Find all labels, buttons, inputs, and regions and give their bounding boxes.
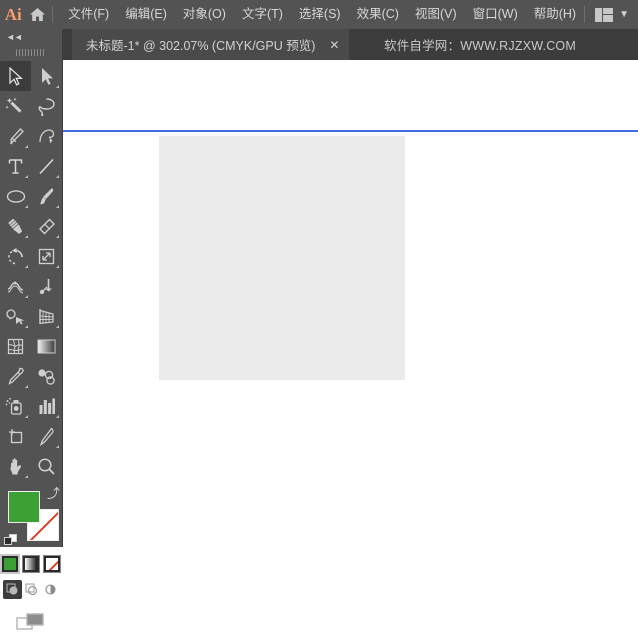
menu-file[interactable]: 文件(F) <box>60 0 117 29</box>
zoom-tool[interactable] <box>31 451 62 481</box>
eyedropper-tool[interactable] <box>0 361 31 391</box>
tool-flyout-indicator <box>25 235 28 238</box>
tool-flyout-indicator <box>56 265 59 268</box>
tool-flyout-indicator <box>25 295 28 298</box>
tool-flyout-indicator <box>25 475 28 478</box>
default-fill-stroke-icon[interactable] <box>4 534 18 547</box>
tool-flyout-indicator <box>56 445 59 448</box>
type-tool[interactable] <box>0 151 31 181</box>
menu-item-list: 文件(F) 编辑(E) 对象(O) 文字(T) 选择(S) 效果(C) 视图(V… <box>60 0 584 29</box>
tool-flyout-indicator <box>25 145 28 148</box>
tool-flyout-indicator <box>25 265 28 268</box>
pen-tool[interactable] <box>0 121 31 151</box>
tool-flyout-indicator <box>25 175 28 178</box>
draw-behind-button[interactable] <box>22 580 41 599</box>
workspace-switcher[interactable]: ▼ <box>584 6 638 23</box>
tool-flyout-indicator <box>56 85 59 88</box>
column-graph-tool[interactable] <box>31 391 62 421</box>
tool-flyout-indicator <box>25 205 28 208</box>
collapse-panel-button[interactable]: ◄◄ <box>0 29 62 45</box>
menu-divider <box>51 6 53 23</box>
hand-tool[interactable] <box>0 451 31 481</box>
lasso-tool[interactable] <box>31 91 62 121</box>
menu-edit[interactable]: 编辑(E) <box>117 0 175 29</box>
eraser-tool[interactable] <box>31 211 62 241</box>
tool-flyout-indicator <box>56 235 59 238</box>
tool-flyout-indicator <box>56 175 59 178</box>
scale-tool[interactable] <box>31 241 62 271</box>
illustrator-window: Ai 文件(F) 编辑(E) 对象(O) 文字(T) 选择(S) 效果(C) 视… <box>0 0 638 630</box>
draw-normal-button[interactable] <box>2 580 22 599</box>
artboard-tool[interactable] <box>0 421 31 451</box>
draw-inside-button[interactable] <box>41 580 60 599</box>
home-icon[interactable] <box>27 7 48 22</box>
workspace-divider <box>584 6 586 23</box>
tool-flyout-indicator <box>56 415 59 418</box>
shape-builder-tool[interactable] <box>0 301 31 331</box>
close-icon[interactable]: ✕ <box>329 39 339 51</box>
watermark-text: 软件自学网：WWW.RJZXW.COM <box>384 39 576 53</box>
blend-tool[interactable] <box>31 361 62 391</box>
line-segment-tool[interactable] <box>31 151 62 181</box>
menu-effect[interactable]: 效果(C) <box>349 0 407 29</box>
menu-view[interactable]: 视图(V) <box>407 0 465 29</box>
direct-selection-tool[interactable] <box>31 61 62 91</box>
menu-bar: Ai 文件(F) 编辑(E) 对象(O) 文字(T) 选择(S) 效果(C) 视… <box>0 0 638 29</box>
curvature-tool[interactable] <box>31 121 62 151</box>
rotate-tool[interactable] <box>0 241 31 271</box>
canvas-area[interactable] <box>63 60 638 547</box>
artboard-rectangle[interactable] <box>159 136 405 380</box>
free-transform-tool[interactable] <box>31 271 62 301</box>
magic-wand-tool[interactable] <box>0 91 31 121</box>
symbol-sprayer-tool[interactable] <box>0 391 31 421</box>
swap-fill-stroke-icon[interactable]: ⤴ <box>47 487 60 500</box>
tool-flyout-indicator <box>56 205 59 208</box>
perspective-grid-tool[interactable] <box>31 301 62 331</box>
fill-stroke-controls: ⤴ <box>0 487 62 549</box>
document-tab-title: 未标题-1* @ 302.07% (CMYK/GPU 预览) <box>86 39 316 53</box>
menu-type[interactable]: 文字(T) <box>234 0 291 29</box>
paintbrush-tool[interactable] <box>31 181 62 211</box>
document-tab[interactable]: 未标题-1* @ 302.07% (CMYK/GPU 预览) ✕ <box>72 29 350 60</box>
width-tool[interactable] <box>0 271 31 301</box>
none-mode-button[interactable] <box>43 555 61 573</box>
blob-brush-tool[interactable] <box>0 211 31 241</box>
gradient-mode-button[interactable] <box>22 555 40 573</box>
fill-swatch[interactable] <box>8 491 40 523</box>
tool-flyout-indicator <box>56 325 59 328</box>
selection-tool[interactable] <box>0 61 31 91</box>
chevron-down-icon[interactable]: ▼ <box>619 9 629 20</box>
ellipse-tool[interactable] <box>0 181 31 211</box>
menu-window[interactable]: 窗口(W) <box>465 0 526 29</box>
tools-panel: ◄◄ ⤴ <box>0 29 63 630</box>
menu-help[interactable]: 帮助(H) <box>526 0 584 29</box>
color-mode-button[interactable] <box>0 554 20 574</box>
tool-flyout-indicator <box>25 325 28 328</box>
menu-object[interactable]: 对象(O) <box>175 0 234 29</box>
slice-tool[interactable] <box>31 421 62 451</box>
menu-select[interactable]: 选择(S) <box>291 0 349 29</box>
workspace-grid-icon[interactable] <box>595 7 614 22</box>
document-tab-bar: 未标题-1* @ 302.07% (CMYK/GPU 预览) ✕ 软件自学网：W… <box>0 29 638 60</box>
guide-line <box>63 130 638 132</box>
tool-flyout-indicator <box>25 385 28 388</box>
gradient-tool[interactable] <box>31 331 62 361</box>
panel-grip[interactable] <box>0 45 62 59</box>
mesh-tool[interactable] <box>0 331 31 361</box>
fill-mode-buttons <box>0 554 62 574</box>
draw-mode-buttons <box>0 580 62 599</box>
tool-flyout-indicator <box>25 415 28 418</box>
change-screen-mode-button[interactable] <box>0 611 62 633</box>
ai-logo-icon: Ai <box>4 5 22 24</box>
tool-list <box>0 59 62 481</box>
